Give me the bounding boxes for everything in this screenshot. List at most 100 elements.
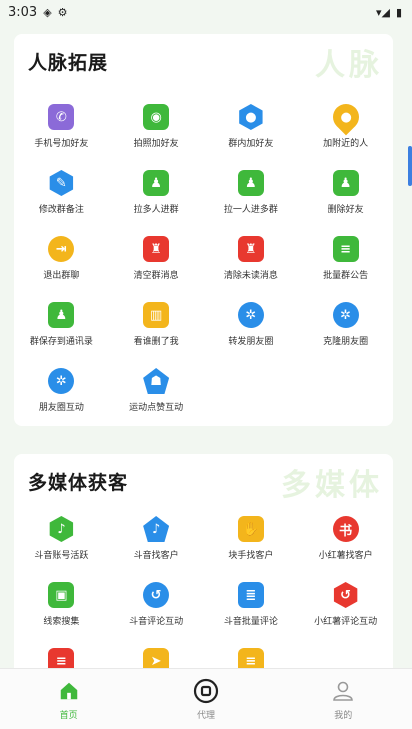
- feature-label: 退出群聊: [43, 271, 80, 281]
- multimedia-card: 多媒体 多媒体获客 ♪ 斗音账号活跃 ♪ 斗音找客户 ✋ 块手找客户 书小红薯找客户 ▣ 线索搜…: [14, 454, 393, 668]
- icon-glyph: ●: [339, 109, 352, 125]
- notification-icon: ◈: [43, 5, 52, 19]
- feature-label: 修改群备注: [38, 205, 84, 215]
- save-contacts-icon: ♟: [48, 302, 75, 328]
- main-scroll[interactable]: 人脉 人脉拓展 ✆ 手机号加好友 ◉ 拍照加好友 ● 群内加好友 ● 加附近的人 ✎ 修改群备注 ♟…: [0, 0, 412, 668]
- feature-label: 斗音找客户: [133, 551, 179, 561]
- home-icon: [56, 678, 82, 704]
- group-user-icon: ●: [239, 104, 263, 130]
- phone-add-icon: ✆: [48, 104, 75, 130]
- moments-clone-icon: ✲: [332, 302, 359, 328]
- contacts-expansion-card: 人脉 人脉拓展 ✆ 手机号加好友 ◉ 拍照加好友 ● 群内加好友 ● 加附近的人 ✎ 修改群备注 ♟…: [14, 34, 393, 426]
- feature-item[interactable]: ▥ 看谁删了我: [109, 302, 204, 350]
- feature-item[interactable]: ▣ 线索搜集: [14, 582, 109, 630]
- feature-item[interactable]: ☗ 运动点赞互动: [109, 368, 204, 416]
- feature-label: 看谁删了我: [133, 337, 179, 347]
- announcement-icon: ≡: [332, 236, 359, 262]
- feature-label: 运动点赞互动: [129, 403, 184, 413]
- nav-mine[interactable]: 我的: [293, 678, 393, 721]
- section-title: 多媒体获客: [28, 472, 129, 494]
- feature-item[interactable]: ✲ 朋友圈互动: [14, 368, 109, 416]
- location-pin-icon: ●: [327, 98, 365, 136]
- feature-label: 块手找客户: [228, 551, 274, 561]
- exit-icon: ⇥: [48, 236, 75, 262]
- feature-item[interactable]: ♜ 清除未读消息: [204, 236, 299, 284]
- feature-item[interactable]: ↺ 斗音评论互动: [109, 582, 204, 630]
- icon-glyph: ◉: [150, 109, 162, 125]
- icon-glyph: ≡: [340, 241, 352, 257]
- feature-item[interactable]: ✎ 修改群备注: [14, 170, 109, 218]
- icon-glyph: ✲: [245, 307, 257, 323]
- section-title: 人脉拓展: [28, 52, 109, 74]
- icon-glyph: ✲: [340, 307, 352, 323]
- feature-item[interactable]: ≡: [204, 648, 299, 668]
- nav-agent[interactable]: 代理: [156, 678, 256, 721]
- yellow-chat-icon: ≡: [237, 648, 264, 668]
- feature-item[interactable]: ✲ 克隆朋友圈: [298, 302, 393, 350]
- feature-item[interactable]: ➤: [109, 648, 204, 668]
- feature-label: 线索搜集: [43, 617, 80, 627]
- add-people-icon: ♟: [143, 170, 170, 196]
- user-icon: [330, 678, 356, 704]
- feature-item[interactable]: ♪ 斗音找客户: [109, 516, 204, 564]
- icon-glyph: ≡: [55, 653, 67, 669]
- feature-item[interactable]: 书小红薯找客户: [298, 516, 393, 564]
- clear-message-icon: ♜: [143, 236, 170, 262]
- feature-item[interactable]: ✋ 块手找客户: [204, 516, 299, 564]
- icon-glyph: ✆: [55, 109, 67, 125]
- tv-collect-icon: ▣: [48, 582, 75, 608]
- feature-item[interactable]: ♟ 删除好友: [298, 170, 393, 218]
- nav-home-label: 首页: [59, 710, 78, 721]
- icon-glyph: ↺: [340, 587, 352, 603]
- feature-label: 朋友圈互动: [38, 403, 84, 413]
- feature-item[interactable]: ♟ 群保存到通讯录: [14, 302, 109, 350]
- feature-item[interactable]: ⇥ 退出群聊: [14, 236, 109, 284]
- feature-label: 清空群消息: [133, 271, 179, 281]
- feature-label: 拉多人进群: [133, 205, 179, 215]
- xhs-comment-icon: ↺: [333, 582, 358, 608]
- feature-label: 拉一人进多群: [223, 205, 278, 215]
- nav-home[interactable]: 首页: [19, 678, 119, 721]
- moments-forward-icon: ✲: [237, 302, 264, 328]
- douyin-comment-icon: ↺: [143, 582, 170, 608]
- feature-item[interactable]: ↺ 小红薯评论互动: [298, 582, 393, 630]
- feature-item[interactable]: ♪ 斗音账号活跃: [14, 516, 109, 564]
- feature-label: 小红薯评论互动: [314, 617, 378, 627]
- chat-people-icon: ♟: [237, 170, 264, 196]
- icon-glyph: ♜: [245, 241, 257, 257]
- feature-item[interactable]: ● 群内加好友: [204, 104, 299, 152]
- feature-item[interactable]: ✲ 转发朋友圈: [204, 302, 299, 350]
- icon-glyph: ▥: [149, 307, 163, 323]
- edit-icon: ✎: [49, 170, 74, 196]
- kuaishou-icon: ✋: [237, 516, 264, 542]
- icon-glyph: ♪: [57, 521, 66, 537]
- feature-item[interactable]: ≡ 批量群公告: [298, 236, 393, 284]
- feature-label: 加附近的人: [323, 139, 369, 149]
- scroll-indicator[interactable]: [408, 146, 412, 186]
- clear-unread-icon: ♜: [237, 236, 264, 262]
- red-doc-icon: ≡: [48, 648, 75, 669]
- icon-glyph: ☗: [150, 373, 162, 389]
- feature-item[interactable]: ♜ 清空群消息: [109, 236, 204, 284]
- feature-item[interactable]: ● 加附近的人: [298, 98, 393, 152]
- bottom-navigation: 首页 代理 我的: [0, 668, 412, 729]
- feature-item[interactable]: ✆ 手机号加好友: [14, 104, 109, 152]
- nav-mine-label: 我的: [334, 710, 353, 721]
- feature-item[interactable]: ≡: [14, 648, 109, 668]
- feature-grid: ✆ 手机号加好友 ◉ 拍照加好友 ● 群内加好友 ● 加附近的人 ✎ 修改群备注 ♟ 拉多人进群 ♟ 拉一…: [14, 98, 393, 416]
- icon-glyph: ♪: [151, 521, 161, 537]
- icon-glyph: ▣: [55, 587, 68, 603]
- trash-icon: ▥: [143, 302, 170, 328]
- feature-label: 克隆朋友圈: [323, 337, 369, 347]
- moments-interact-icon: ✲: [48, 368, 75, 394]
- icon-glyph: ⇥: [55, 241, 67, 257]
- feature-item[interactable]: ♟ 拉多人进群: [109, 170, 204, 218]
- feature-item[interactable]: ♟ 拉一人进多群: [204, 170, 299, 218]
- camera-icon: ◉: [143, 104, 170, 130]
- delete-friend-icon: ♟: [332, 170, 359, 196]
- feature-item[interactable]: ◉ 拍照加好友: [109, 104, 204, 152]
- card-watermark: 人脉: [315, 48, 383, 83]
- xiaohongshu-icon: 书: [332, 516, 359, 542]
- feature-label: 斗音批量评论: [223, 617, 278, 627]
- feature-item[interactable]: ≣ 斗音批量评论: [204, 582, 299, 630]
